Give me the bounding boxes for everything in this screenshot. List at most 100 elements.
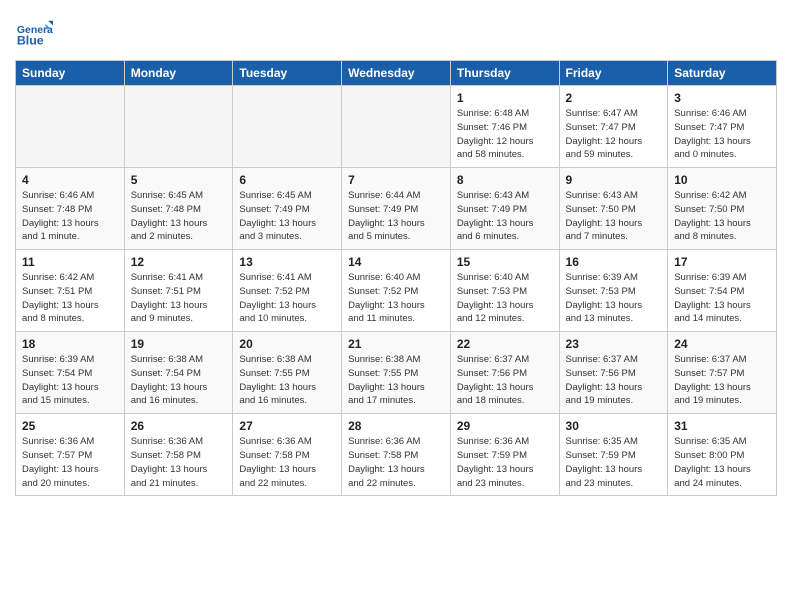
calendar-cell: 31 Sunrise: 6:35 AM Sunset: 8:00 PM Dayli… [668,414,777,496]
calendar-cell: 25 Sunrise: 6:36 AM Sunset: 7:57 PM Dayli… [16,414,125,496]
calendar-cell [124,86,233,168]
day-info: Sunrise: 6:44 AM Sunset: 7:49 PM Dayligh… [348,189,444,244]
day-info: Sunrise: 6:42 AM Sunset: 7:51 PM Dayligh… [22,271,118,326]
weekday-header-sunday: Sunday [16,61,125,86]
calendar-cell: 15 Sunrise: 6:40 AM Sunset: 7:53 PM Dayli… [450,250,559,332]
calendar-cell: 27 Sunrise: 6:36 AM Sunset: 7:58 PM Dayli… [233,414,342,496]
day-number: 28 [348,419,444,433]
calendar-cell: 8 Sunrise: 6:43 AM Sunset: 7:49 PM Daylig… [450,168,559,250]
weekday-header-tuesday: Tuesday [233,61,342,86]
day-info: Sunrise: 6:39 AM Sunset: 7:54 PM Dayligh… [22,353,118,408]
weekday-header-saturday: Saturday [668,61,777,86]
week-row-1: 1 Sunrise: 6:48 AM Sunset: 7:46 PM Daylig… [16,86,777,168]
day-number: 17 [674,255,770,269]
day-number: 12 [131,255,227,269]
day-number: 10 [674,173,770,187]
day-info: Sunrise: 6:43 AM Sunset: 7:49 PM Dayligh… [457,189,553,244]
day-info: Sunrise: 6:36 AM Sunset: 7:58 PM Dayligh… [239,435,335,490]
calendar-cell: 24Sunrise: 6:37 AM Sunset: 7:57 PM Dayli… [668,332,777,414]
day-number: 23 [566,337,662,351]
week-row-4: 18Sunrise: 6:39 AM Sunset: 7:54 PM Dayli… [16,332,777,414]
day-info: Sunrise: 6:37 AM Sunset: 7:56 PM Dayligh… [457,353,553,408]
day-number: 27 [239,419,335,433]
day-number: 11 [22,255,118,269]
day-number: 4 [22,173,118,187]
calendar-cell [233,86,342,168]
day-info: Sunrise: 6:35 AM Sunset: 8:00 PM Dayligh… [674,435,770,490]
day-number: 6 [239,173,335,187]
day-number: 21 [348,337,444,351]
calendar-cell: 6 Sunrise: 6:45 AM Sunset: 7:49 PM Daylig… [233,168,342,250]
day-number: 7 [348,173,444,187]
page-header: General Blue [15,10,777,54]
day-info: Sunrise: 6:45 AM Sunset: 7:49 PM Dayligh… [239,189,335,244]
calendar-cell: 18Sunrise: 6:39 AM Sunset: 7:54 PM Dayli… [16,332,125,414]
calendar-cell [342,86,451,168]
day-info: Sunrise: 6:47 AM Sunset: 7:47 PM Dayligh… [566,107,662,162]
weekday-header-row: SundayMondayTuesdayWednesdayThursdayFrid… [16,61,777,86]
day-number: 25 [22,419,118,433]
calendar-cell: 4Sunrise: 6:46 AM Sunset: 7:48 PM Daylig… [16,168,125,250]
day-number: 31 [674,419,770,433]
day-info: Sunrise: 6:36 AM Sunset: 7:59 PM Dayligh… [457,435,553,490]
day-info: Sunrise: 6:48 AM Sunset: 7:46 PM Dayligh… [457,107,553,162]
day-number: 15 [457,255,553,269]
calendar-cell: 16 Sunrise: 6:39 AM Sunset: 7:53 PM Dayli… [559,250,668,332]
day-info: Sunrise: 6:36 AM Sunset: 7:58 PM Dayligh… [348,435,444,490]
calendar-cell: 29 Sunrise: 6:36 AM Sunset: 7:59 PM Dayli… [450,414,559,496]
calendar-cell: 23 Sunrise: 6:37 AM Sunset: 7:56 PM Dayli… [559,332,668,414]
calendar-cell: 28 Sunrise: 6:36 AM Sunset: 7:58 PM Dayli… [342,414,451,496]
day-number: 22 [457,337,553,351]
svg-text:Blue: Blue [17,34,44,48]
day-info: Sunrise: 6:43 AM Sunset: 7:50 PM Dayligh… [566,189,662,244]
day-number: 19 [131,337,227,351]
day-info: Sunrise: 6:38 AM Sunset: 7:54 PM Dayligh… [131,353,227,408]
day-info: Sunrise: 6:41 AM Sunset: 7:52 PM Dayligh… [239,271,335,326]
day-number: 16 [566,255,662,269]
day-info: Sunrise: 6:42 AM Sunset: 7:50 PM Dayligh… [674,189,770,244]
calendar-cell: 17 Sunrise: 6:39 AM Sunset: 7:54 PM Dayli… [668,250,777,332]
calendar-cell: 22 Sunrise: 6:37 AM Sunset: 7:56 PM Dayli… [450,332,559,414]
calendar-cell: 14 Sunrise: 6:40 AM Sunset: 7:52 PM Dayli… [342,250,451,332]
logo: General Blue [15,16,57,54]
day-number: 8 [457,173,553,187]
calendar-cell: 2 Sunrise: 6:47 AM Sunset: 7:47 PM Daylig… [559,86,668,168]
weekday-header-wednesday: Wednesday [342,61,451,86]
day-info: Sunrise: 6:38 AM Sunset: 7:55 PM Dayligh… [348,353,444,408]
day-info: Sunrise: 6:37 AM Sunset: 7:56 PM Dayligh… [566,353,662,408]
calendar-cell: 21 Sunrise: 6:38 AM Sunset: 7:55 PM Dayli… [342,332,451,414]
day-info: Sunrise: 6:40 AM Sunset: 7:53 PM Dayligh… [457,271,553,326]
day-info: Sunrise: 6:40 AM Sunset: 7:52 PM Dayligh… [348,271,444,326]
day-number: 13 [239,255,335,269]
day-info: Sunrise: 6:41 AM Sunset: 7:51 PM Dayligh… [131,271,227,326]
day-number: 30 [566,419,662,433]
day-number: 14 [348,255,444,269]
week-row-2: 4Sunrise: 6:46 AM Sunset: 7:48 PM Daylig… [16,168,777,250]
calendar-cell: 20Sunrise: 6:38 AM Sunset: 7:55 PM Dayli… [233,332,342,414]
calendar-cell: 3Sunrise: 6:46 AM Sunset: 7:47 PM Daylig… [668,86,777,168]
calendar-cell [16,86,125,168]
day-number: 2 [566,91,662,105]
day-number: 1 [457,91,553,105]
day-info: Sunrise: 6:36 AM Sunset: 7:58 PM Dayligh… [131,435,227,490]
week-row-5: 25 Sunrise: 6:36 AM Sunset: 7:57 PM Dayli… [16,414,777,496]
day-number: 29 [457,419,553,433]
calendar-cell: 19 Sunrise: 6:38 AM Sunset: 7:54 PM Dayli… [124,332,233,414]
calendar-cell: 7 Sunrise: 6:44 AM Sunset: 7:49 PM Daylig… [342,168,451,250]
day-info: Sunrise: 6:39 AM Sunset: 7:53 PM Dayligh… [566,271,662,326]
day-info: Sunrise: 6:46 AM Sunset: 7:47 PM Dayligh… [674,107,770,162]
weekday-header-thursday: Thursday [450,61,559,86]
week-row-3: 11 Sunrise: 6:42 AM Sunset: 7:51 PM Dayli… [16,250,777,332]
calendar-cell: 12 Sunrise: 6:41 AM Sunset: 7:51 PM Dayli… [124,250,233,332]
calendar-cell: 30 Sunrise: 6:35 AM Sunset: 7:59 PM Dayli… [559,414,668,496]
calendar-cell: 13 Sunrise: 6:41 AM Sunset: 7:52 PM Dayli… [233,250,342,332]
day-info: Sunrise: 6:36 AM Sunset: 7:57 PM Dayligh… [22,435,118,490]
weekday-header-monday: Monday [124,61,233,86]
day-info: Sunrise: 6:35 AM Sunset: 7:59 PM Dayligh… [566,435,662,490]
day-info: Sunrise: 6:39 AM Sunset: 7:54 PM Dayligh… [674,271,770,326]
calendar-cell: 5Sunrise: 6:45 AM Sunset: 7:48 PM Daylig… [124,168,233,250]
day-info: Sunrise: 6:45 AM Sunset: 7:48 PM Dayligh… [131,189,227,244]
calendar-cell: 9Sunrise: 6:43 AM Sunset: 7:50 PM Daylig… [559,168,668,250]
day-number: 24 [674,337,770,351]
day-number: 20 [239,337,335,351]
